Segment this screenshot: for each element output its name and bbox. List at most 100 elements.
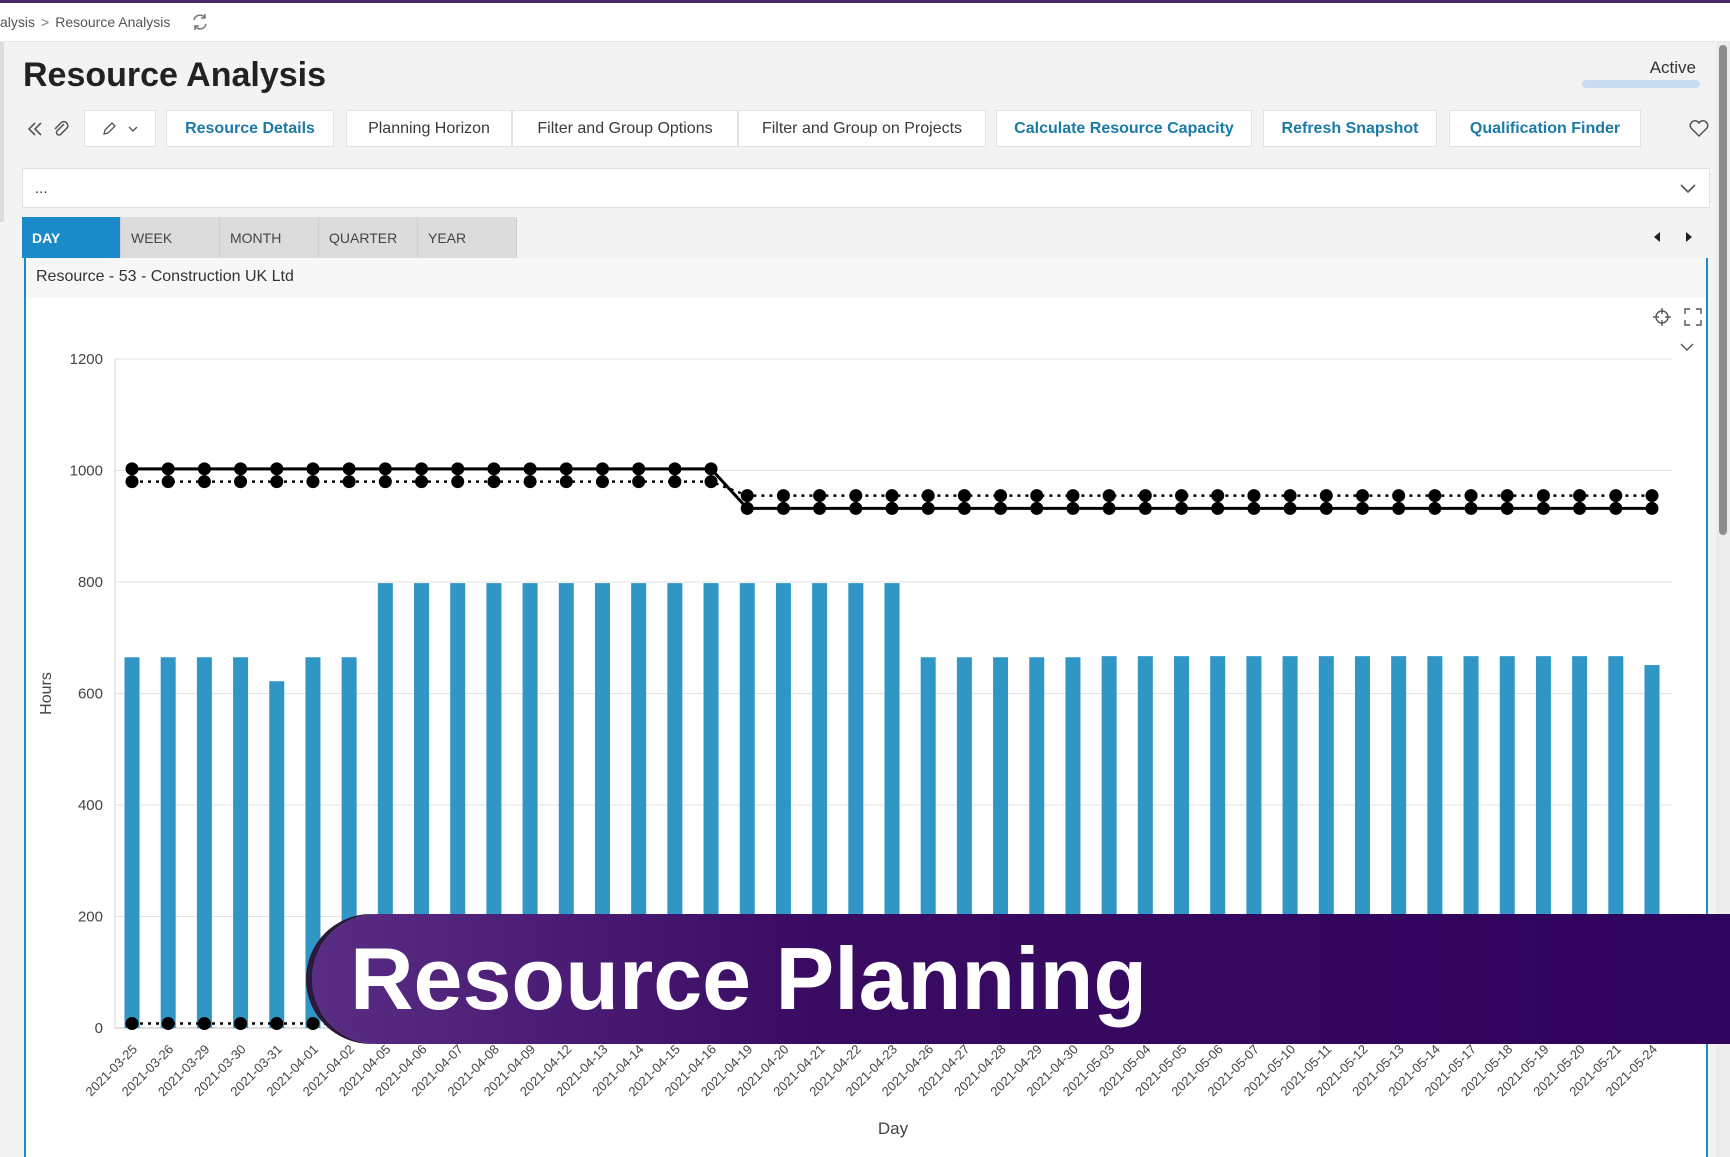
series-point — [849, 501, 863, 515]
series-point — [1102, 501, 1116, 515]
overlay-banner: Resource Planning — [312, 914, 1730, 1044]
series-point — [161, 1017, 175, 1031]
series-point — [595, 475, 609, 489]
series-point — [197, 475, 211, 489]
series-point — [1175, 501, 1189, 515]
series-point — [1355, 501, 1369, 515]
series-point — [234, 462, 248, 476]
series-point — [1392, 501, 1406, 515]
series-point — [559, 462, 573, 476]
series-point — [632, 462, 646, 476]
series-point — [306, 1017, 320, 1031]
series-point — [1645, 501, 1659, 515]
series-point — [451, 462, 465, 476]
y-tick-label: 600 — [78, 686, 103, 703]
series-point — [1573, 501, 1587, 515]
series-point — [1247, 501, 1261, 515]
series-point — [1645, 489, 1659, 503]
series-point — [885, 489, 899, 503]
series-point — [125, 462, 139, 476]
series-point — [1609, 501, 1623, 515]
series-point — [1392, 489, 1406, 503]
banner-text: Resource Planning — [350, 929, 1148, 1028]
series-point — [125, 475, 139, 489]
series-point — [1464, 489, 1478, 503]
series-point — [559, 475, 573, 489]
series-point — [487, 462, 501, 476]
y-tick-label: 200 — [78, 909, 103, 926]
series-point — [270, 462, 284, 476]
y-tick-label: 1000 — [70, 463, 103, 480]
series-point — [994, 489, 1008, 503]
series-point — [306, 462, 320, 476]
series-point — [921, 501, 935, 515]
x-axis-label: Day — [878, 1119, 909, 1138]
bar — [196, 657, 212, 1028]
series-point — [487, 475, 501, 489]
series-point — [342, 475, 356, 489]
series-point — [776, 501, 790, 515]
series-point — [849, 489, 863, 503]
series-point — [451, 475, 465, 489]
series-point — [1138, 489, 1152, 503]
series-point — [1211, 489, 1225, 503]
series-point — [740, 501, 754, 515]
series-point — [270, 475, 284, 489]
series-point — [668, 462, 682, 476]
series-point — [1573, 489, 1587, 503]
y-axis-label: Hours — [38, 672, 55, 715]
series-point — [161, 475, 175, 489]
series-point — [1609, 489, 1623, 503]
series-point — [957, 501, 971, 515]
scrollbar-thumb[interactable] — [1719, 45, 1727, 535]
series-point — [595, 462, 609, 476]
y-tick-label: 0 — [95, 1020, 103, 1037]
series-point — [306, 475, 320, 489]
series-point — [994, 501, 1008, 515]
y-tick-label: 800 — [78, 574, 103, 591]
y-tick-label: 400 — [78, 797, 103, 814]
series-point — [1500, 489, 1514, 503]
series-point — [704, 462, 718, 476]
series-point — [1355, 489, 1369, 503]
series-point — [1536, 501, 1550, 515]
series-point — [1066, 501, 1080, 515]
series-point — [740, 489, 754, 503]
series-point — [1030, 489, 1044, 503]
series-point — [813, 489, 827, 503]
series-point — [1066, 489, 1080, 503]
series-point — [776, 489, 790, 503]
series-point — [378, 462, 392, 476]
series-point — [125, 1017, 139, 1031]
series-point — [1030, 501, 1044, 515]
series-point — [197, 462, 211, 476]
series-point — [885, 501, 899, 515]
series-point — [1138, 501, 1152, 515]
series-point — [197, 1017, 211, 1031]
series-point — [1247, 489, 1261, 503]
series-point — [1319, 501, 1333, 515]
series-point — [523, 462, 537, 476]
series-point — [1428, 489, 1442, 503]
series-point — [234, 1017, 248, 1031]
series-point — [957, 489, 971, 503]
series-point — [523, 475, 537, 489]
series-point — [1283, 489, 1297, 503]
bar — [160, 657, 176, 1028]
series-point — [415, 462, 429, 476]
series-point — [161, 462, 175, 476]
series-point — [921, 489, 935, 503]
bar — [233, 657, 249, 1028]
series-point — [668, 475, 682, 489]
series-point — [1428, 501, 1442, 515]
series-point — [1536, 489, 1550, 503]
series-point — [234, 475, 248, 489]
bar — [124, 657, 140, 1028]
series-point — [1319, 489, 1333, 503]
bar — [269, 681, 285, 1028]
series-point — [415, 475, 429, 489]
y-tick-label: 1200 — [70, 351, 103, 368]
series-point — [1175, 489, 1189, 503]
series-point — [378, 475, 392, 489]
series-point — [342, 462, 356, 476]
